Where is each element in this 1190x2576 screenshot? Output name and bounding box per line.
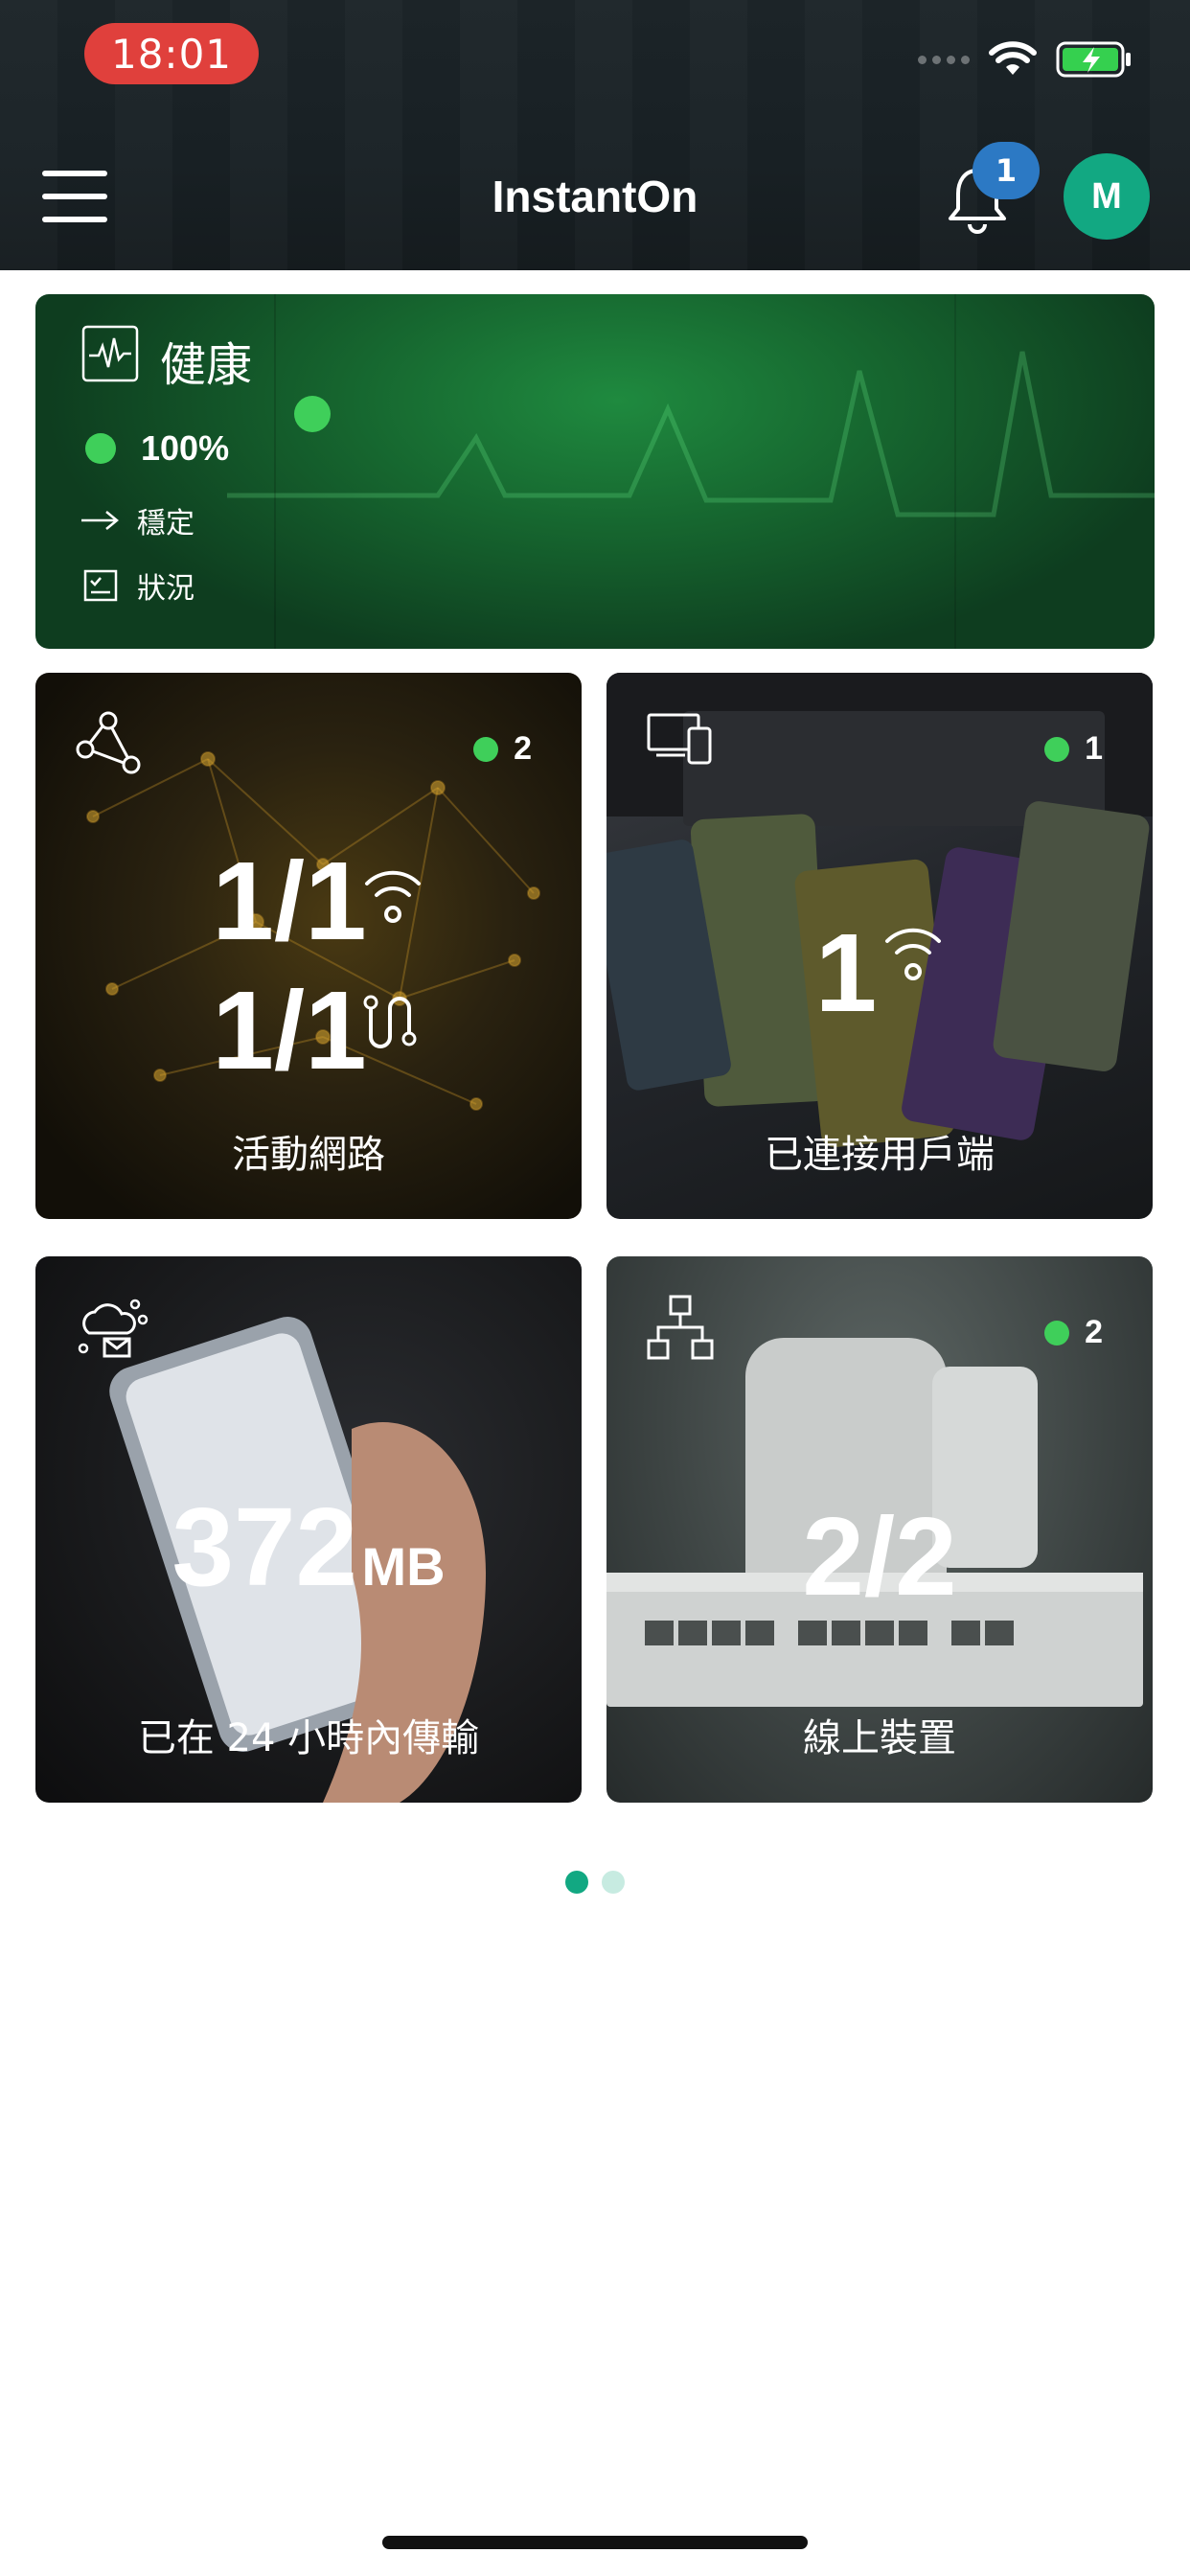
home-indicator[interactable]	[382, 2536, 808, 2549]
online-status-dot	[1044, 736, 1070, 762]
network-share-icon	[76, 711, 141, 774]
notification-badge: 1	[973, 142, 1040, 199]
cellular-signal-icon	[918, 55, 970, 64]
health-status-dot	[85, 433, 116, 464]
data-transferred-label: 已在 24 小時內傳輸	[137, 1716, 480, 1760]
status-icons	[918, 38, 1133, 80]
wireless-network-ratio: 1/1	[35, 845, 582, 956]
wifi-icon	[989, 41, 1037, 75]
devices-icon	[647, 713, 712, 765]
tile-online-devices[interactable]: 2 2/2 線上裝置	[606, 1256, 1153, 1803]
online-devices-label: 線上裝置	[803, 1716, 956, 1760]
health-percentage: 100%	[85, 428, 229, 469]
health-stable-row: 穩定	[80, 499, 195, 541]
wifi-icon	[365, 870, 421, 923]
battery-charging-icon	[1056, 41, 1131, 78]
device-count-value: 2	[1085, 1314, 1103, 1350]
online-status-dot	[1044, 1320, 1070, 1346]
wired-cable-icon	[363, 995, 417, 1048]
wireless-ratio-value: 1/1	[212, 839, 367, 963]
user-avatar[interactable]: M	[1064, 153, 1150, 240]
tile-active-networks[interactable]: 2 1/1 1/1 活動網路	[35, 673, 582, 1219]
page-dot-1[interactable]	[565, 1871, 588, 1894]
page-indicator	[0, 1871, 1190, 1894]
network-count-value: 2	[514, 730, 532, 767]
app-header: 18:01 InstantOn 1 M	[0, 0, 1190, 270]
connected-clients-label: 已連接用戶端	[765, 1133, 995, 1177]
topology-icon	[647, 1295, 714, 1360]
active-networks-label: 活動網路	[232, 1133, 385, 1177]
health-indicator-dot	[294, 396, 331, 432]
clients-value: 1	[814, 910, 878, 1035]
devices-value: 2/2	[802, 1494, 957, 1619]
health-title: 健康	[160, 338, 253, 392]
tile-data-transferred[interactable]: 372 MB 已在 24 小時內傳輸	[35, 1256, 582, 1803]
wired-ratio-value: 1/1	[212, 968, 367, 1092]
arrow-right-icon	[81, 511, 119, 530]
page-dot-2[interactable]	[602, 1871, 625, 1894]
health-card[interactable]: 健康 100% 穩定 狀況	[35, 294, 1155, 649]
active-network-count: 2	[473, 730, 532, 768]
health-pulse-icon	[81, 325, 139, 382]
data-transferred-amount: 372 MB	[35, 1491, 582, 1602]
data-transferred-unit: MB	[361, 1536, 446, 1597]
client-count: 1	[1044, 730, 1103, 768]
client-count-value: 1	[1085, 730, 1103, 767]
online-devices-value: 2/2	[606, 1501, 1153, 1612]
status-time: 18:01	[84, 23, 259, 84]
online-device-count: 2	[1044, 1314, 1103, 1351]
wifi-icon	[885, 928, 941, 980]
health-stable-label: 穩定	[137, 507, 195, 540]
checklist-icon	[83, 569, 118, 602]
tile-connected-clients[interactable]: 1 1 已連接用戶端	[606, 673, 1153, 1219]
online-status-dot	[473, 736, 499, 762]
health-status-label: 狀況	[137, 572, 195, 606]
data-transferred-value: 372	[172, 1484, 357, 1609]
wired-network-ratio: 1/1	[35, 975, 582, 1086]
health-status-row: 狀況	[80, 564, 195, 607]
cloud-traffic-icon	[78, 1299, 149, 1358]
health-percent-value: 100%	[141, 428, 230, 468]
